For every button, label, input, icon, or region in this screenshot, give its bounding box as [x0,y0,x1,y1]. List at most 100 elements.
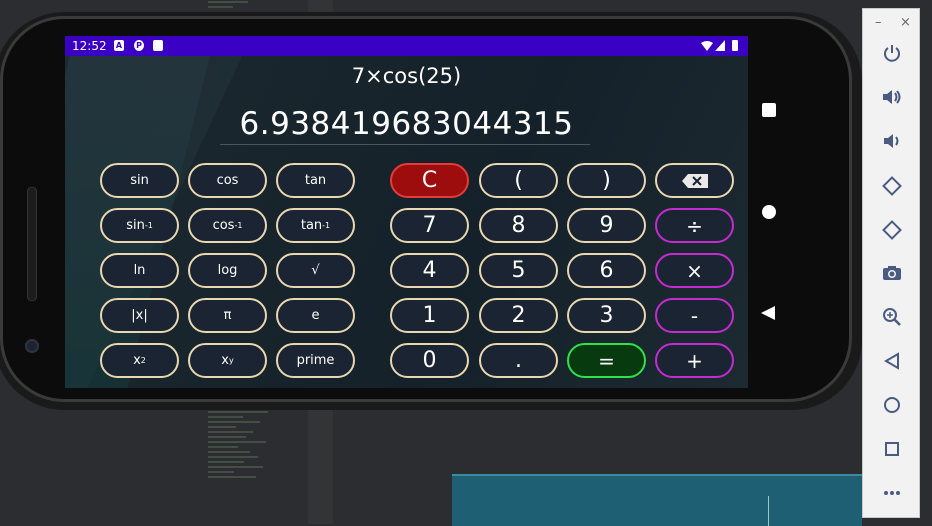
rotate-right-button[interactable] [863,215,921,245]
tan-button[interactable]: tan [276,163,355,198]
rotate-left-button[interactable] [863,171,921,201]
sin-label: sin [130,173,149,188]
prime-button[interactable]: prime [276,343,355,378]
emulator-toolbar: – × [862,8,920,518]
ln-button[interactable]: ln [100,253,179,288]
power-label: x [221,353,229,368]
camera-icon [883,266,901,280]
status-bar: 12:52 A P [65,36,748,56]
back-nav-button[interactable] [761,306,775,320]
back-button[interactable] [863,346,921,376]
arctan-button[interactable]: tan -1 [276,208,355,243]
signal-icon [715,40,725,51]
digit-3-button[interactable]: 3 [567,298,646,333]
arcsin-superscript: -1 [144,221,153,230]
home-nav-button[interactable] [762,205,776,219]
abs-label: |x| [131,308,148,323]
phone-side-button [27,187,37,301]
result-display: 6.938419683044315 [239,106,574,142]
log-label: log [217,263,238,278]
arccos-button[interactable]: cos -1 [188,208,267,243]
volume-up-button[interactable] [863,82,921,112]
e-button[interactable]: e [276,298,355,333]
sd-card-icon [153,40,163,51]
pi-button[interactable]: π [188,298,267,333]
zoom-button[interactable] [863,302,921,332]
arcsin-button[interactable]: sin -1 [100,208,179,243]
arcsin-label: sin [126,218,145,233]
digit-1-button[interactable]: 1 [390,298,469,333]
ln-label: ln [133,263,146,278]
clear-button[interactable]: C [390,163,469,198]
minimize-button[interactable]: – [875,15,882,30]
e-label: e [311,308,320,323]
tan-label: tan [304,173,327,188]
power-button[interactable]: xy [188,343,267,378]
log-button[interactable]: log [188,253,267,288]
front-camera-icon [25,339,39,353]
home-button[interactable] [863,390,921,420]
digit-2-button[interactable]: 2 [479,298,558,333]
battery-icon [732,40,738,51]
square-label: x [133,353,141,368]
arccos-superscript: -1 [234,221,243,230]
equals-button[interactable]: = [567,343,646,378]
more-button[interactable] [863,478,921,508]
arctan-label: tan [300,218,323,233]
digit-9-button[interactable]: 9 [567,208,646,243]
calculator-screen: 12:52 A P 7×cos(25) 6.938419683044315 si… [65,36,748,388]
digit-0-button[interactable]: 0 [390,343,469,378]
minus-button[interactable]: - [655,298,734,333]
volume-up-icon [883,90,901,104]
close-paren-button[interactable]: ) [567,163,646,198]
multiply-button[interactable]: × [655,253,734,288]
decimal-point-button[interactable]: . [479,343,558,378]
screenshot-button[interactable] [863,258,921,288]
digit-6-button[interactable]: 6 [567,253,646,288]
sin-button[interactable]: sin [100,163,179,198]
power-button[interactable] [863,38,921,68]
ide-code-lines-bottom [208,408,308,481]
sqrt-button[interactable]: √ [276,253,355,288]
cos-label: cos [216,173,239,188]
prime-label: prime [296,353,335,368]
a-icon: A [114,40,124,51]
square-button[interactable]: x2 [100,343,179,378]
abs-button[interactable]: |x| [100,298,179,333]
square-superscript: 2 [140,356,146,365]
digit-8-button[interactable]: 8 [479,208,558,243]
plus-button[interactable]: + [655,343,734,378]
rotate-left-icon [882,176,902,196]
pi-label: π [223,308,232,323]
sqrt-label: √ [311,263,320,278]
backspace-icon [681,173,708,188]
arccos-label: cos [212,218,235,233]
backspace-button[interactable] [655,163,734,198]
digit-7-button[interactable]: 7 [390,208,469,243]
overview-button[interactable] [863,434,921,464]
cos-button[interactable]: cos [188,163,267,198]
volume-down-button[interactable] [863,126,921,156]
rotate-right-icon [882,220,902,240]
overview-icon [885,442,899,456]
power-superscript: y [228,356,234,365]
more-icon [884,491,900,495]
ide-code-lines-top [208,0,308,11]
expression-display: 7×cos(25) [351,64,462,88]
home-icon [884,397,900,413]
ide-preview-panel [452,474,862,526]
zoom-icon [883,308,901,326]
close-button[interactable]: × [900,15,911,30]
digit-4-button[interactable]: 4 [390,253,469,288]
arctan-superscript: -1 [322,221,331,230]
back-icon [884,352,899,370]
status-time: 12:52 [72,39,107,53]
digit-5-button[interactable]: 5 [479,253,558,288]
open-paren-button[interactable]: ( [479,163,558,198]
power-icon [884,45,900,62]
p-icon: P [134,40,144,51]
display-underline [220,144,590,145]
volume-down-icon [884,134,899,148]
divide-button[interactable]: ÷ [655,208,734,243]
overview-nav-button[interactable] [762,103,776,117]
